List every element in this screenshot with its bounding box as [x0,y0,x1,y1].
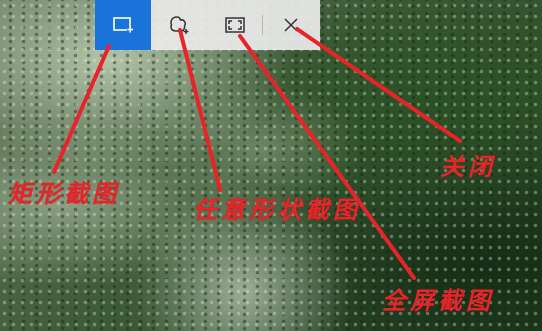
rectangle-snip-button[interactable] [95,0,151,50]
close-button[interactable] [263,0,319,50]
snip-toolbar [95,0,320,50]
fullscreen-snip-annotation: 全屏截图 [382,287,494,315]
fullscreen-snip-button[interactable] [207,0,263,50]
close-icon [284,18,298,32]
freeform-snip-icon [170,16,189,34]
rectangle-snip-icon [113,17,133,33]
freeform-snip-annotation: 任意形状截图 [193,196,361,224]
freeform-snip-button[interactable] [151,0,207,50]
rect-snip-annotation: 矩形截图 [8,180,120,208]
close-annotation: 关闭 [440,153,496,181]
fullscreen-snip-icon [225,17,245,33]
